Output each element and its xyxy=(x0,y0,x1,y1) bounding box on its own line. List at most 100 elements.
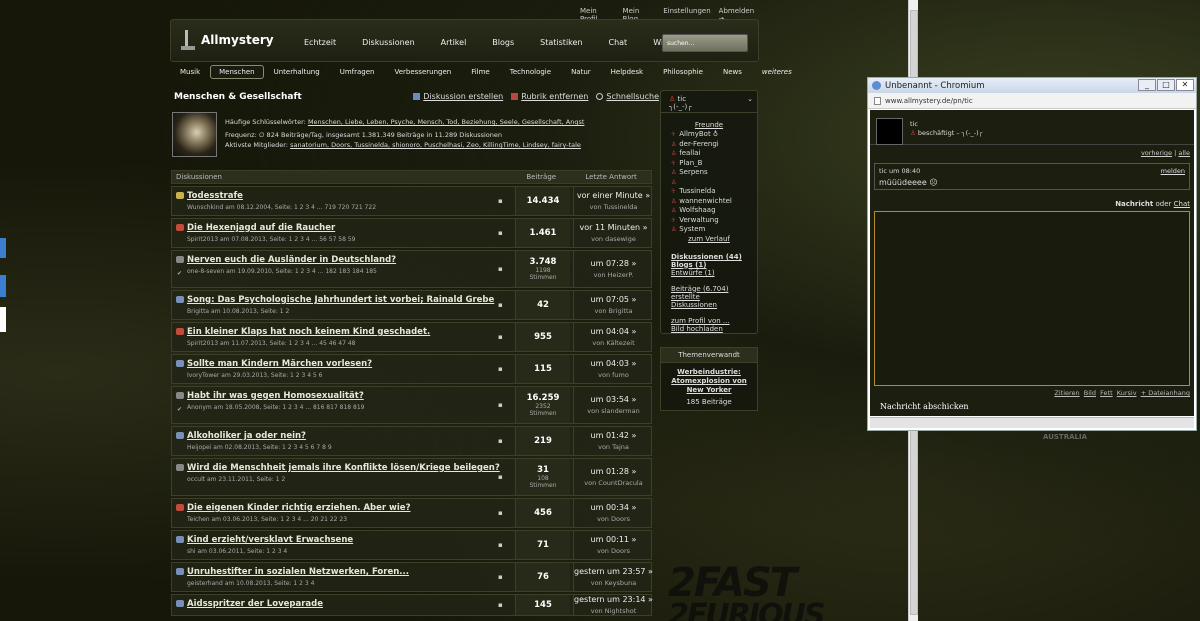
tool-attachment[interactable]: + Dateianhang xyxy=(1141,389,1190,397)
feed-icon[interactable]: ▪ xyxy=(498,601,506,609)
topic-title[interactable]: Song: Das Psychologische Jahrhundert ist… xyxy=(176,295,508,305)
chevron-down-icon[interactable]: ⌄ xyxy=(747,95,753,103)
cat-musik[interactable]: Musik xyxy=(170,66,210,78)
last-reply-author[interactable]: von Brigitta xyxy=(574,307,653,315)
tool-bold[interactable]: Fett xyxy=(1100,389,1112,397)
friend-item[interactable]: ♙ feallai xyxy=(671,149,747,159)
cat-weiteres[interactable]: weiteres xyxy=(752,66,802,78)
last-reply-author[interactable]: von CountDracula xyxy=(574,479,653,487)
friend-item[interactable]: ♙ der-Ferengi xyxy=(671,140,747,150)
topic-title[interactable]: Aidsspritzer der Loveparade xyxy=(176,599,508,609)
topic-title[interactable]: Sollte man Kindern Märchen vorlesen? xyxy=(176,359,508,369)
last-reply-time[interactable]: um 01:42 » xyxy=(574,431,653,440)
friend-item[interactable]: ♙ wannenwichtel xyxy=(671,197,747,207)
site-logo[interactable]: Allmystery xyxy=(181,30,274,50)
cat-technologie[interactable]: Technologie xyxy=(500,66,561,78)
table-row[interactable]: Die Hexenjagd auf die Raucher Spirit2013… xyxy=(171,218,652,248)
last-reply-author[interactable]: von Keysbuna xyxy=(574,579,653,587)
friend-item[interactable]: ☥ Plan_B xyxy=(671,159,747,169)
last-reply-time[interactable]: um 07:05 » xyxy=(574,295,653,304)
tool-italic[interactable]: Kursiv xyxy=(1117,389,1137,397)
friend-item[interactable]: ☥ Verwaltung xyxy=(671,216,747,226)
last-reply-author[interactable]: von fumo xyxy=(574,371,653,379)
address-bar[interactable]: www.allmystery.de/pn/tic xyxy=(868,93,1196,109)
link-discussions[interactable]: Diskussionen (44) xyxy=(671,253,747,261)
window-horizontal-scrollbar[interactable] xyxy=(870,417,1194,428)
cat-natur[interactable]: Natur xyxy=(561,66,601,78)
related-link[interactable]: Werbeindustrie: Atomexplosion von New Yo… xyxy=(664,368,754,395)
table-row[interactable]: Nerven euch die Ausländer in Deutschland… xyxy=(171,250,652,288)
feed-icon[interactable]: ▪ xyxy=(498,573,506,581)
feed-icon[interactable]: ▪ xyxy=(498,509,506,517)
topic-title[interactable]: Nerven euch die Ausländer in Deutschland… xyxy=(176,255,508,265)
topic-title[interactable]: Ein kleiner Klaps hat noch keinem Kind g… xyxy=(176,327,508,337)
last-reply-time[interactable]: vor einer Minute » xyxy=(574,191,653,200)
pm-prev-link[interactable]: vorherige xyxy=(1141,149,1172,157)
last-reply-time[interactable]: um 00:34 » xyxy=(574,503,653,512)
nav-statistiken[interactable]: Statistiken xyxy=(527,38,595,47)
topic-title[interactable]: Wird die Menschheit jemals ihre Konflikt… xyxy=(176,463,508,473)
cat-helpdesk[interactable]: Helpdesk xyxy=(601,66,653,78)
table-row[interactable]: Ein kleiner Klaps hat noch keinem Kind g… xyxy=(171,322,652,352)
table-row[interactable]: Wird die Menschheit jemals ihre Konflikt… xyxy=(171,458,652,496)
last-reply-author[interactable]: von Kältezeit xyxy=(574,339,653,347)
message-textarea[interactable] xyxy=(874,211,1190,386)
cat-menschen[interactable]: Menschen xyxy=(210,65,264,79)
topic-title[interactable]: Alkoholiker ja oder nein? xyxy=(176,431,508,441)
cat-news[interactable]: News xyxy=(713,66,752,78)
chat-link[interactable]: Chat xyxy=(1174,200,1190,208)
last-reply-time[interactable]: um 04:04 » xyxy=(574,327,653,336)
feed-icon[interactable]: ▪ xyxy=(498,333,506,341)
feed-icon[interactable]: ▪ xyxy=(498,473,506,481)
table-row[interactable]: Song: Das Psychologische Jahrhundert ist… xyxy=(171,290,652,320)
table-row[interactable]: Habt ihr was gegen Homosexualität? Anony… xyxy=(171,386,652,424)
table-row[interactable]: Alkoholiker ja oder nein? Heijopei am 02… xyxy=(171,426,652,456)
last-reply-author[interactable]: von Tussinelda xyxy=(574,203,653,211)
friends-title[interactable]: Freunde xyxy=(671,121,747,129)
topic-title[interactable]: Todesstrafe xyxy=(176,191,508,201)
link-blogs[interactable]: Blogs (1) xyxy=(671,261,747,269)
table-row[interactable]: Aidsspritzer der Loveparade ▪ 145 gester… xyxy=(171,594,653,616)
last-reply-author[interactable]: von slanderman xyxy=(574,407,653,415)
feed-icon[interactable]: ▪ xyxy=(498,401,506,409)
last-reply-author[interactable]: von Doors xyxy=(574,515,653,523)
cat-verbesserungen[interactable]: Verbesserungen xyxy=(384,66,461,78)
last-reply-time[interactable]: um 00:11 » xyxy=(574,535,653,544)
friend-item[interactable]: ♙ Serpens xyxy=(671,168,747,178)
table-row[interactable]: Unruhestifter in sozialen Netzwerken, Fo… xyxy=(171,562,653,592)
last-reply-author[interactable]: von Tajna xyxy=(574,443,653,451)
keywords[interactable]: Menschen, Liebe, Leben, Psyche, Mensch, … xyxy=(308,118,584,126)
history-link[interactable]: zum Verlauf xyxy=(671,235,747,243)
link-drafts[interactable]: Entwürfe (1) xyxy=(671,269,747,277)
friend-item[interactable]: ☥ AllmyBot ♁ xyxy=(671,130,747,140)
cat-filme[interactable]: Filme xyxy=(461,66,500,78)
feed-icon[interactable]: ▪ xyxy=(498,365,506,373)
minimize-button[interactable]: _ xyxy=(1138,79,1156,91)
nav-artikel[interactable]: Artikel xyxy=(428,38,480,47)
feed-icon[interactable]: ▪ xyxy=(498,229,506,237)
cat-unterhaltung[interactable]: Unterhaltung xyxy=(264,66,330,78)
table-row[interactable]: Todesstrafe Wunschkind am 08.12.2004, Se… xyxy=(171,186,652,216)
sidebar-user[interactable]: ♙ tic ┐(‐_‐)┌ ⌄ xyxy=(661,91,757,113)
last-reply-time[interactable]: vor 11 Minuten » xyxy=(574,223,653,232)
feed-icon[interactable]: ▪ xyxy=(498,437,506,445)
quick-search-button[interactable]: Schnellsuche xyxy=(596,92,659,101)
last-reply-time[interactable]: um 03:54 » xyxy=(574,395,653,404)
nav-diskussionen[interactable]: Diskussionen xyxy=(349,38,428,47)
friend-item[interactable]: ♙ xyxy=(671,178,747,188)
feed-icon[interactable]: ▪ xyxy=(498,197,506,205)
table-row[interactable]: Kind erzieht/versklavt Erwachsene shi am… xyxy=(171,530,652,560)
friend-item[interactable]: ♙ System xyxy=(671,225,747,235)
create-discussion-button[interactable]: Diskussion erstellen xyxy=(413,92,503,101)
topic-title[interactable]: Kind erzieht/versklavt Erwachsene xyxy=(176,535,508,545)
last-reply-time[interactable]: um 04:03 » xyxy=(574,359,653,368)
last-reply-author[interactable]: von dasewige xyxy=(574,235,653,243)
last-reply-time[interactable]: gestern um 23:57 » xyxy=(574,567,653,576)
feed-icon[interactable]: ▪ xyxy=(498,301,506,309)
feed-icon[interactable]: ▪ xyxy=(498,541,506,549)
active-members[interactable]: sanatorium, Doors, Tussinelda, shionoro,… xyxy=(290,141,581,149)
table-row[interactable]: Die eigenen Kinder richtig erziehen. Abe… xyxy=(171,498,652,528)
last-reply-author[interactable]: von Doors xyxy=(574,547,653,555)
topic-title[interactable]: Die Hexenjagd auf die Raucher xyxy=(176,223,508,233)
report-link[interactable]: melden xyxy=(1161,167,1185,175)
